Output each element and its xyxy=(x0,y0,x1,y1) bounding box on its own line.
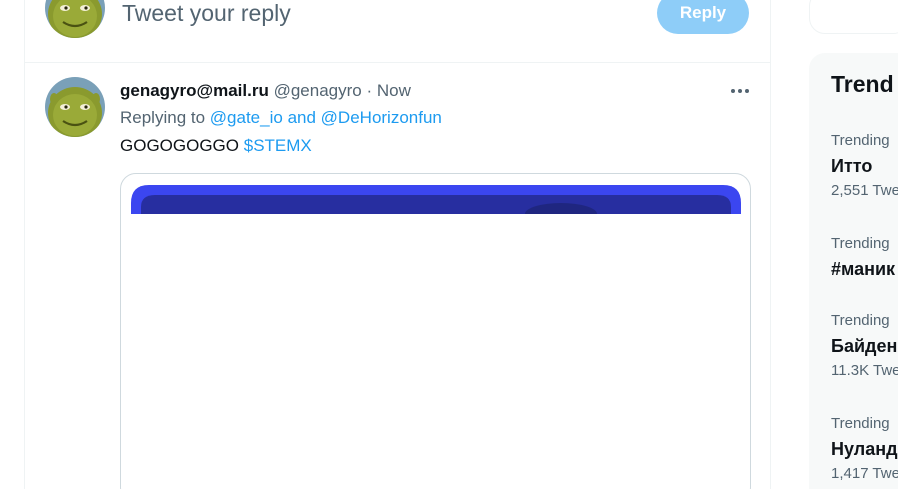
trend-count: 11.3K Twe xyxy=(831,362,898,379)
trend-meta: Trending xyxy=(831,415,890,432)
tweet-header: genagyro@mail.ru @genagyro · Now xyxy=(120,80,411,102)
avatar-image xyxy=(45,77,105,137)
reply-input[interactable]: Tweet your reply xyxy=(122,0,291,28)
reply-button[interactable]: Reply xyxy=(657,0,749,34)
trend-name: Нуланд xyxy=(831,439,898,459)
replying-to-line: Replying to @gate_io and @DeHorizonfun xyxy=(120,107,442,129)
trend-item[interactable]: Trending #маник xyxy=(831,234,895,281)
trend-meta: Trending xyxy=(831,132,890,149)
trend-name: Итто xyxy=(831,156,873,176)
trends-title: Trend xyxy=(831,71,894,97)
more-dot xyxy=(731,89,735,93)
search-box-bottom[interactable] xyxy=(809,0,898,34)
composer-avatar[interactable] xyxy=(45,0,105,38)
mention-link[interactable]: @DeHorizonfun xyxy=(321,108,442,127)
user-handle[interactable]: @genagyro xyxy=(274,81,362,100)
trend-item[interactable]: Trending Байден 11.3K Twe xyxy=(831,311,898,381)
trend-item[interactable]: Trending Нуланд 1,417 Twe xyxy=(831,414,898,484)
trend-name: #маник xyxy=(831,259,896,279)
mention-link[interactable]: @gate_io xyxy=(210,108,283,127)
tweet[interactable]: genagyro@mail.ru @genagyro · Now Replyin… xyxy=(25,63,770,489)
tweet-text: GOGOGOGGO $STEMX xyxy=(120,135,312,157)
trend-count: 1,417 Twe xyxy=(831,465,898,482)
trend-name: Байден xyxy=(831,336,898,356)
tweet-timestamp[interactable]: Now xyxy=(377,81,411,100)
trend-meta: Trending xyxy=(831,235,890,252)
page: Tweet your reply Reply genagyro@mail.ru … xyxy=(0,0,898,489)
trend-count: 2,551 Twe xyxy=(831,182,898,199)
avatar-image xyxy=(45,0,105,38)
tweet-media[interactable] xyxy=(120,173,751,489)
trend-item[interactable]: Trending Итто 2,551 Twe xyxy=(831,131,898,201)
separator-dot: · xyxy=(366,81,373,100)
display-name[interactable]: genagyro@mail.ru xyxy=(120,81,269,100)
more-dot xyxy=(738,89,742,93)
tweet-body: GOGOGOGGO xyxy=(120,136,240,155)
cashtag-link[interactable]: $STEMX xyxy=(244,136,312,155)
more-icon[interactable] xyxy=(725,79,755,103)
trends-panel: Trend Trending Итто 2,551 Twe Trending #… xyxy=(809,53,898,489)
replying-joiner[interactable]: and xyxy=(288,108,316,127)
reply-composer: Tweet your reply Reply xyxy=(25,0,770,63)
replying-prefix: Replying to xyxy=(120,108,206,127)
tweet-avatar[interactable] xyxy=(45,77,105,137)
timeline-column: Tweet your reply Reply genagyro@mail.ru … xyxy=(24,0,771,489)
trend-meta: Trending xyxy=(831,312,890,329)
more-dot xyxy=(745,89,749,93)
media-image xyxy=(131,185,741,214)
